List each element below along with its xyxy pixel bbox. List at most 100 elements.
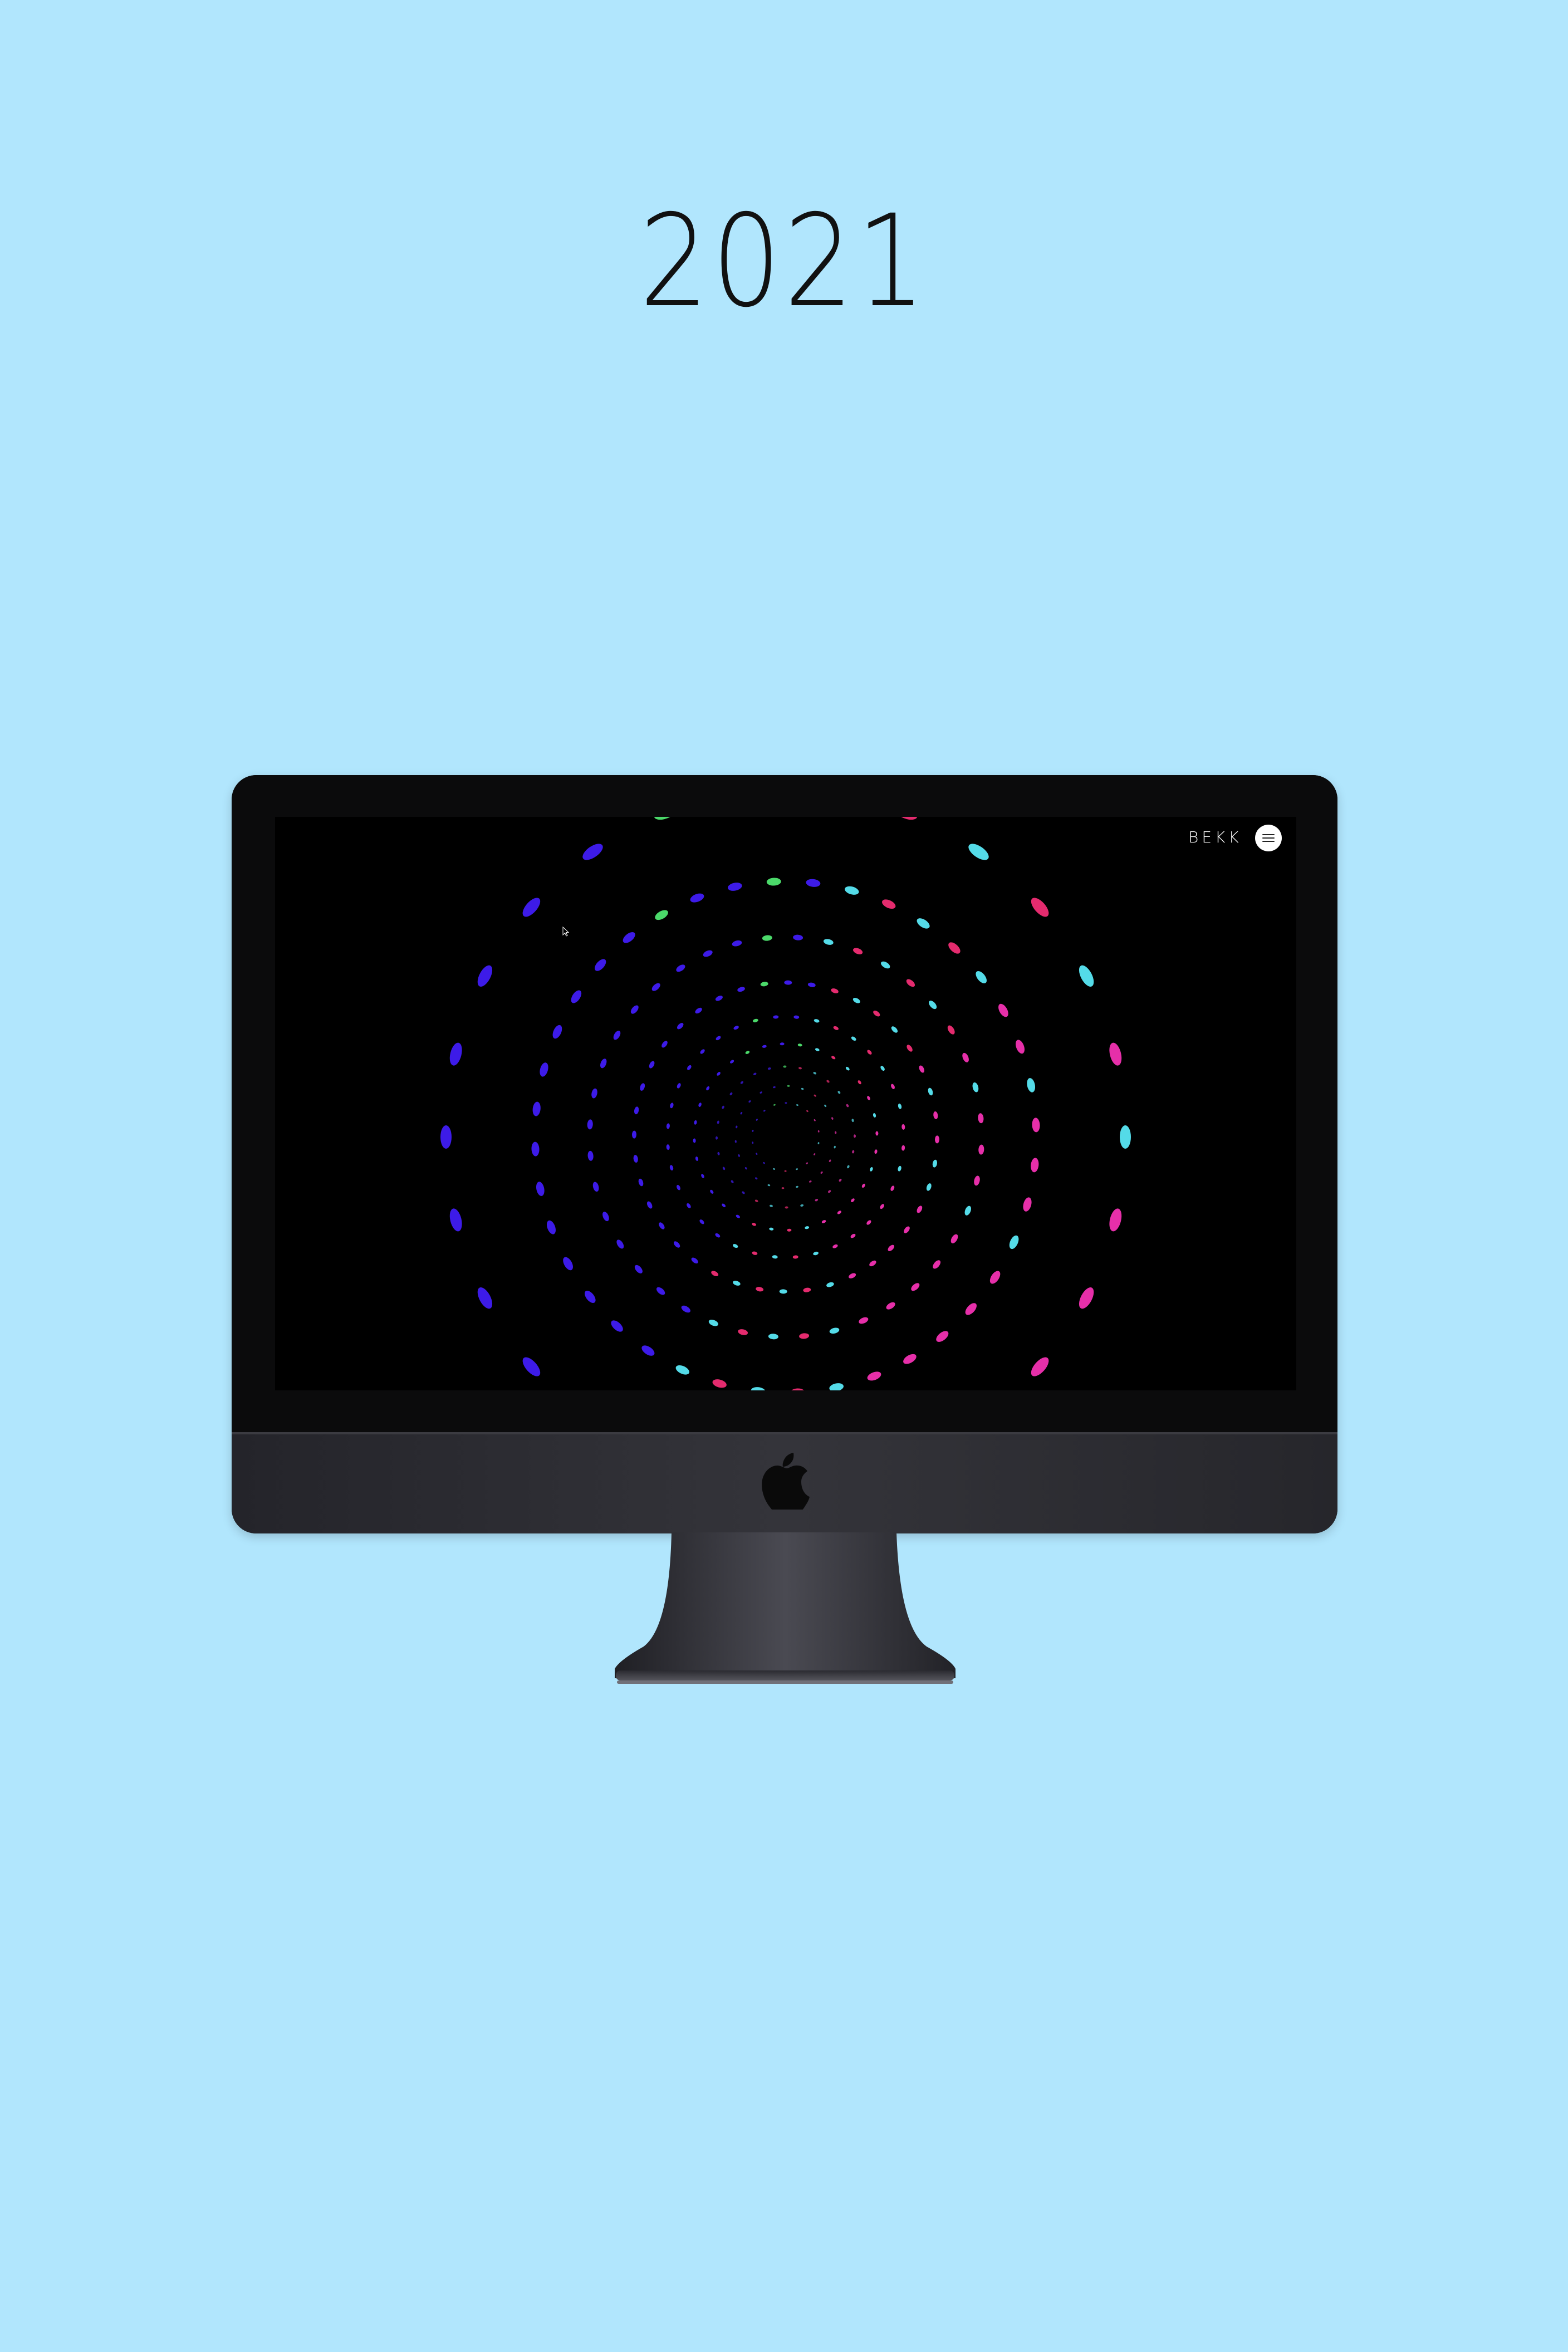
tunnel-dot: [700, 1049, 705, 1054]
tunnel-dot: [767, 1184, 771, 1187]
tunnel-dot: [817, 1142, 820, 1145]
tunnel-dot: [630, 1005, 639, 1014]
tunnel-dot: [600, 1059, 607, 1069]
tunnel-dot: [613, 1031, 621, 1040]
tunnel-dot: [796, 1185, 798, 1188]
tunnel-dot: [666, 1144, 670, 1150]
tunnel-dot: [760, 982, 768, 987]
tunnel-dot: [762, 1045, 767, 1048]
tunnel-dot: [733, 1281, 741, 1286]
tunnel-dot: [895, 817, 918, 820]
tunnel-dot: [522, 898, 541, 917]
tunnel-dot: [759, 1091, 762, 1094]
tunnel-dot: [781, 1187, 785, 1189]
tunnel-dot: [829, 1327, 840, 1334]
tunnel-dot: [813, 1072, 817, 1075]
tunnel-dot: [531, 1141, 540, 1157]
tunnel-dot: [851, 1198, 855, 1202]
tunnel-dot: [717, 1152, 720, 1155]
tunnel-dot: [803, 1287, 811, 1292]
tunnel-dot: [934, 1135, 940, 1144]
tunnel-dot: [906, 1045, 913, 1052]
tunnel-dot: [449, 1042, 462, 1066]
tunnel-dot: [917, 918, 930, 929]
tunnel-dot: [904, 1226, 910, 1233]
imac-stand: [615, 1532, 955, 1684]
tunnel-dot: [1032, 1118, 1040, 1133]
tunnel-dot: [677, 1023, 684, 1030]
tunnel-dot: [851, 1036, 856, 1041]
tunnel-dot: [440, 1125, 452, 1149]
tunnel-dot: [978, 1144, 984, 1155]
tunnel-dot: [699, 1219, 704, 1224]
tunnel-dot: [477, 1287, 493, 1309]
tunnel-dot: [875, 1131, 879, 1136]
tunnel-dot: [832, 1244, 838, 1248]
tunnel-dot: [756, 1287, 764, 1292]
tunnel-dot: [880, 1066, 885, 1071]
tunnel-dot: [756, 1153, 758, 1155]
tunnel-dot: [881, 961, 890, 969]
tunnel-dot: [932, 1159, 938, 1168]
tunnel-dot: [890, 1185, 895, 1191]
tunnel-dot: [585, 1290, 596, 1304]
tunnel-dot: [919, 1065, 925, 1073]
tunnel-dot: [936, 1331, 949, 1342]
tunnel-dot: [869, 1260, 876, 1267]
tunnel-dot: [814, 1119, 816, 1121]
tunnel-dot: [837, 1091, 841, 1094]
tunnel-dot: [766, 878, 781, 886]
tunnel-dot: [773, 1168, 776, 1170]
tunnel-dot: [846, 1104, 849, 1108]
tunnel-dot: [831, 1056, 836, 1060]
tunnel-dot: [821, 1220, 826, 1223]
tunnel-dot: [694, 1120, 697, 1125]
tunnel-dot: [817, 1130, 820, 1133]
tunnel-dot: [754, 1199, 758, 1202]
tunnel-dot: [826, 1282, 834, 1287]
tunnel-dot: [978, 1113, 984, 1124]
tunnel-dot: [740, 1112, 743, 1115]
tunnel-dot: [792, 1255, 798, 1259]
tunnel-dot: [793, 934, 803, 940]
tunnel-dot: [646, 1201, 653, 1209]
tunnel-dot: [695, 1007, 702, 1014]
tunnel-dot: [640, 1083, 645, 1091]
menu-button[interactable]: [1255, 825, 1282, 851]
tunnel-dot: [522, 1357, 541, 1376]
tunnel-dot: [831, 988, 839, 993]
tunnel-dot: [891, 1026, 898, 1033]
tunnel-dot: [717, 1072, 721, 1076]
tunnel-dot: [722, 1203, 726, 1208]
tunnel-dot: [787, 1085, 790, 1087]
tunnel-dot: [829, 1383, 844, 1390]
tunnel-dot: [587, 1119, 593, 1130]
tunnel-dot: [1031, 1158, 1039, 1173]
brand-logo[interactable]: BEKK: [1188, 828, 1242, 846]
tunnel-dot: [998, 1003, 1008, 1017]
tunnel-dot: [763, 1110, 766, 1112]
tunnel-dot: [853, 1134, 856, 1138]
tunnel-dot: [827, 1190, 831, 1193]
tunnel-dot: [888, 1244, 895, 1251]
tunnel-dot: [1079, 1287, 1094, 1309]
tunnel-dot: [928, 1087, 933, 1096]
tunnel-dot: [681, 1305, 690, 1313]
tunnel-dot: [745, 1051, 750, 1054]
tunnel-dot: [733, 1026, 739, 1030]
tunnel-dot: [796, 1168, 798, 1170]
tunnel-dot: [752, 1141, 754, 1144]
tunnel-dot: [677, 1184, 680, 1190]
tunnel-dot: [592, 1182, 599, 1192]
tunnel-dot: [853, 948, 863, 954]
tunnel-dot: [756, 1119, 758, 1121]
chin-edge: [232, 1432, 1337, 1434]
tunnel-dot: [806, 1162, 808, 1164]
tunnel-dot: [798, 1067, 802, 1070]
tunnel-dot: [847, 1165, 850, 1169]
tunnel-dot: [659, 1222, 665, 1229]
tunnel-dot: [602, 1212, 609, 1222]
tunnel-dot: [536, 1182, 545, 1196]
tunnel-dot: [779, 1289, 787, 1294]
hamburger-line: [1262, 841, 1275, 842]
